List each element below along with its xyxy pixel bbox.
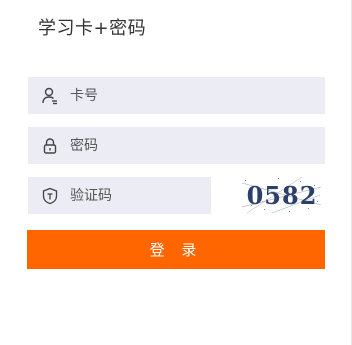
password-input[interactable] <box>70 127 270 164</box>
page-title: 学习卡+密码 <box>38 18 147 39</box>
verification-code-field[interactable] <box>28 177 270 214</box>
lock-icon <box>43 138 57 154</box>
shield-icon <box>42 187 58 205</box>
login-button[interactable]: 登 录 <box>27 230 325 269</box>
card-number-input[interactable] <box>70 77 270 114</box>
password-field[interactable] <box>28 127 325 164</box>
login-panel: 学习卡+密码 卡号 验证码 0582 登 录 <box>0 0 352 345</box>
card-number-field[interactable] <box>28 77 325 114</box>
verification-code-input[interactable] <box>70 177 270 214</box>
user-icon <box>42 87 57 105</box>
captcha-text: 0582 <box>247 181 318 210</box>
captcha-image[interactable]: 0582 <box>242 175 321 215</box>
